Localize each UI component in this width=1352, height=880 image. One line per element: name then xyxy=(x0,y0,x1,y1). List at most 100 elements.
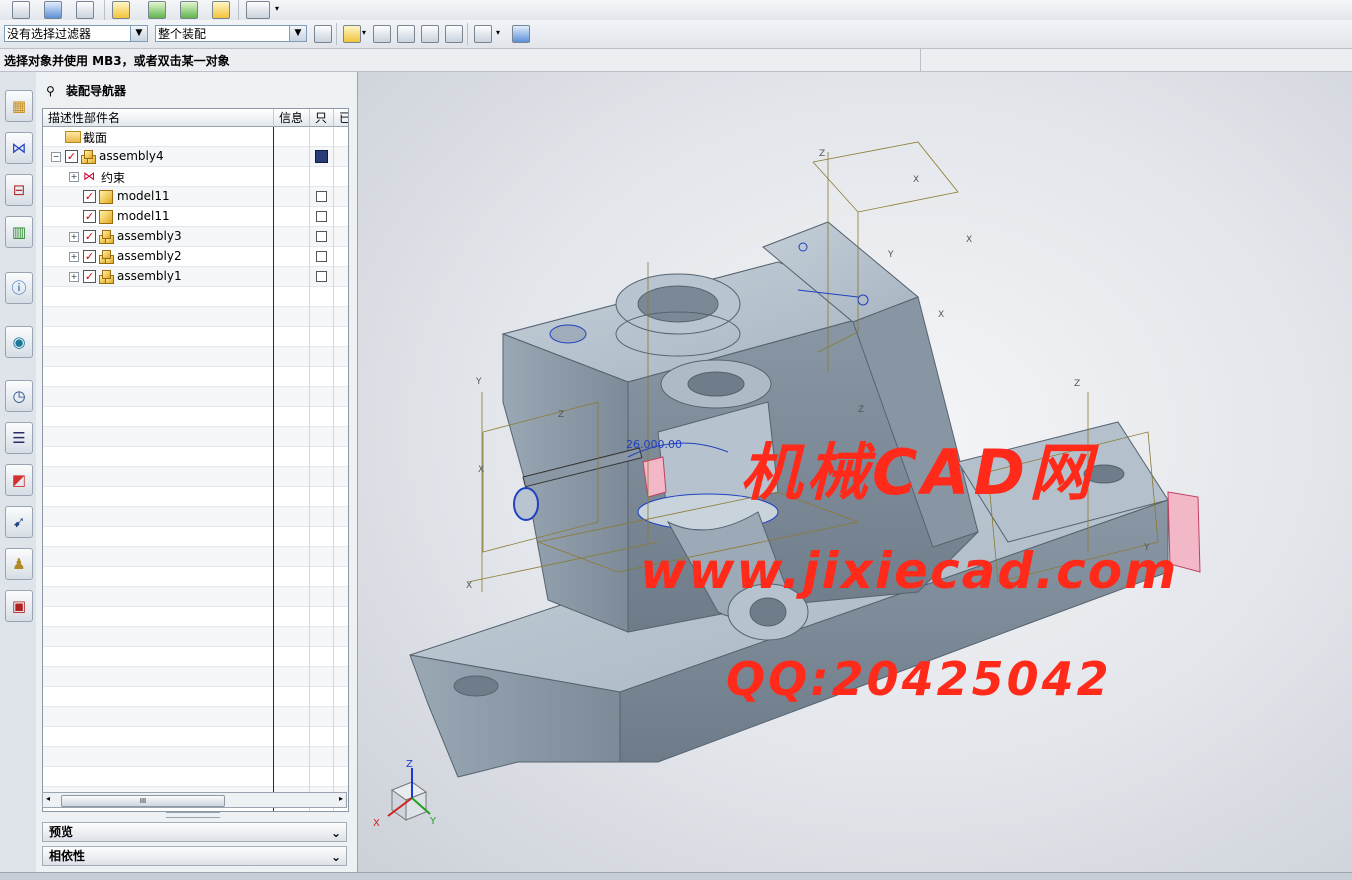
column-header-name[interactable]: 描述性部件名 xyxy=(43,109,274,127)
tree-row-label: assembly4 xyxy=(99,149,164,163)
layers-icon[interactable] xyxy=(44,1,62,19)
visibility-checkbox[interactable]: ✓ xyxy=(83,230,96,243)
rectangle-select-icon[interactable] xyxy=(474,25,492,43)
selection-toolbar: 没有选择过滤器 ▼ 整个装配 ▼ ▾ ▾ xyxy=(0,20,1352,49)
fit-view-icon[interactable] xyxy=(12,1,30,19)
tree-row[interactable]: + ✓ assembly2 xyxy=(43,247,348,267)
undo-select-icon[interactable] xyxy=(373,25,391,43)
dropdown-arrow-icon[interactable]: ▾ xyxy=(362,28,366,37)
expand-icon[interactable]: + xyxy=(69,172,79,182)
empty-row xyxy=(43,767,348,787)
part-icon xyxy=(99,210,113,224)
chevron-down-icon[interactable]: ▼ xyxy=(130,26,147,41)
scope-select[interactable]: 整个装配 ▼ xyxy=(155,25,307,42)
dropdown-arrow-icon[interactable]: ▾ xyxy=(275,4,279,13)
view-triad[interactable]: Z X Y xyxy=(370,758,450,838)
panel-splitter[interactable] xyxy=(166,812,220,818)
readonly-checkbox[interactable] xyxy=(316,271,327,282)
visibility-checkbox[interactable]: ✓ xyxy=(83,210,96,223)
column-header-readonly[interactable]: 只 xyxy=(310,109,334,127)
assembly-navigator-tab[interactable]: ▦ xyxy=(5,90,33,122)
expand-icon[interactable]: + xyxy=(69,232,79,242)
readonly-checkbox[interactable] xyxy=(316,191,327,202)
tree-row[interactable]: ✓ model11 xyxy=(43,187,348,207)
tree-row-label: assembly1 xyxy=(117,269,182,283)
scroll-thumb[interactable]: III xyxy=(61,795,225,807)
clock-icon: ◷ xyxy=(12,387,26,405)
tree-row[interactable]: 截面 xyxy=(43,127,348,147)
add-component-icon[interactable] xyxy=(148,1,166,19)
expand-icon[interactable]: + xyxy=(69,272,79,282)
visibility-checkbox[interactable]: ✓ xyxy=(83,250,96,263)
readonly-checkbox[interactable] xyxy=(316,231,327,242)
view-cube-icon[interactable] xyxy=(512,25,530,43)
web-browser-tab[interactable]: ◉ xyxy=(5,326,33,358)
empty-row xyxy=(43,467,348,487)
chevron-down-icon[interactable]: ⌄ xyxy=(328,848,344,864)
visibility-checkbox[interactable]: ✓ xyxy=(65,150,78,163)
tree-row-label: 截面 xyxy=(83,131,108,145)
visibility-checkbox[interactable]: ✓ xyxy=(83,190,96,203)
cue-line: 选择对象并使用 MB3，或者双击某一对象 xyxy=(0,49,1352,72)
watermark-qq: QQ:20425042 xyxy=(726,652,1112,706)
history-tab[interactable]: ◷ xyxy=(5,380,33,412)
preview-section[interactable]: 预览 ⌄ xyxy=(42,822,347,842)
tree-row[interactable]: ✓ model11 xyxy=(43,207,348,227)
assembly-icon xyxy=(99,230,114,244)
part-navigator-tab[interactable]: ⊟ xyxy=(5,174,33,206)
assembly-icon xyxy=(81,150,96,164)
readonly-checkbox[interactable] xyxy=(316,251,327,262)
text-annotation-icon[interactable] xyxy=(246,1,270,19)
new-component-icon[interactable] xyxy=(180,1,198,19)
tree-row[interactable]: + ⋈ 约束 xyxy=(43,167,348,187)
selection-filter-value: 没有选择过滤器 xyxy=(7,27,92,41)
collapse-icon[interactable]: − xyxy=(51,152,61,162)
replace-component-icon[interactable] xyxy=(212,1,230,19)
filter-settings-icon[interactable] xyxy=(314,25,332,43)
empty-row xyxy=(43,667,348,687)
scroll-left-icon[interactable]: ◂ xyxy=(46,794,50,803)
graphics-window[interactable]: 26.000.00 Z X Y X Y X X Z Y X Z Z 机械CAD网 www.jix… xyxy=(358,72,1352,872)
empty-row xyxy=(43,607,348,627)
snap-grid-icon[interactable] xyxy=(421,25,439,43)
constraint-navigator-tab[interactable]: ⋈ xyxy=(5,132,33,164)
reuse-library-tab[interactable]: ▥ xyxy=(5,216,33,248)
snap-edge-icon[interactable] xyxy=(445,25,463,43)
horizontal-scrollbar[interactable]: ◂ III ▸ xyxy=(42,792,347,808)
roles-tab[interactable]: ➹ xyxy=(5,506,33,538)
chevron-down-icon[interactable]: ▼ xyxy=(289,26,306,41)
column-header-info[interactable]: 信息 xyxy=(274,109,310,127)
expand-icon[interactable]: + xyxy=(69,252,79,262)
part-list-icon[interactable] xyxy=(76,1,94,19)
scroll-right-icon[interactable]: ▸ xyxy=(339,794,343,803)
tree-row[interactable]: − ✓ assembly4 xyxy=(43,147,348,167)
navigator-tree-table: 描述性部件名 信息 只 已 截面−✓assembly4+⋈约束✓model11✓… xyxy=(42,108,349,812)
snap-point-icon[interactable] xyxy=(343,25,361,43)
scope-value: 整个装配 xyxy=(158,27,207,41)
dropdown-arrow-icon[interactable]: ▾ xyxy=(496,28,500,37)
visibility-checkbox[interactable]: ✓ xyxy=(83,270,96,283)
triad-y-label: Y xyxy=(429,816,437,827)
empty-row xyxy=(43,747,348,767)
empty-row xyxy=(43,367,348,387)
pin-icon[interactable]: ⚲ xyxy=(46,84,56,98)
dimension-value: 26.000.00 xyxy=(626,438,682,451)
tree-row[interactable]: + ✓ assembly3 xyxy=(43,227,348,247)
column-header-modified[interactable]: 已 xyxy=(334,109,348,127)
readonly-checkbox[interactable] xyxy=(316,211,327,222)
visualization-tab[interactable]: ◩ xyxy=(5,464,33,496)
process-studio-tab[interactable]: ☰ xyxy=(5,422,33,454)
selection-filter-select[interactable]: 没有选择过滤器 ▼ xyxy=(4,25,148,42)
help-tab[interactable]: ⓘ xyxy=(5,272,33,304)
open-icon[interactable] xyxy=(112,1,130,19)
palette-icon: ◩ xyxy=(11,471,27,489)
solid-body-icon[interactable] xyxy=(397,25,415,43)
users-tab[interactable]: ♟ xyxy=(5,548,33,580)
system-materials-tab[interactable]: ▣ xyxy=(5,590,33,622)
assembly-tree-icon: ▦ xyxy=(11,97,27,115)
dependencies-section[interactable]: 相依性 ⌄ xyxy=(42,846,347,866)
chevron-down-icon[interactable]: ⌄ xyxy=(328,824,344,840)
watermark-url: www.jixiecad.com xyxy=(640,542,1179,600)
tree-row[interactable]: + ✓ assembly1 xyxy=(43,267,348,287)
globe-icon: ◉ xyxy=(12,333,26,351)
